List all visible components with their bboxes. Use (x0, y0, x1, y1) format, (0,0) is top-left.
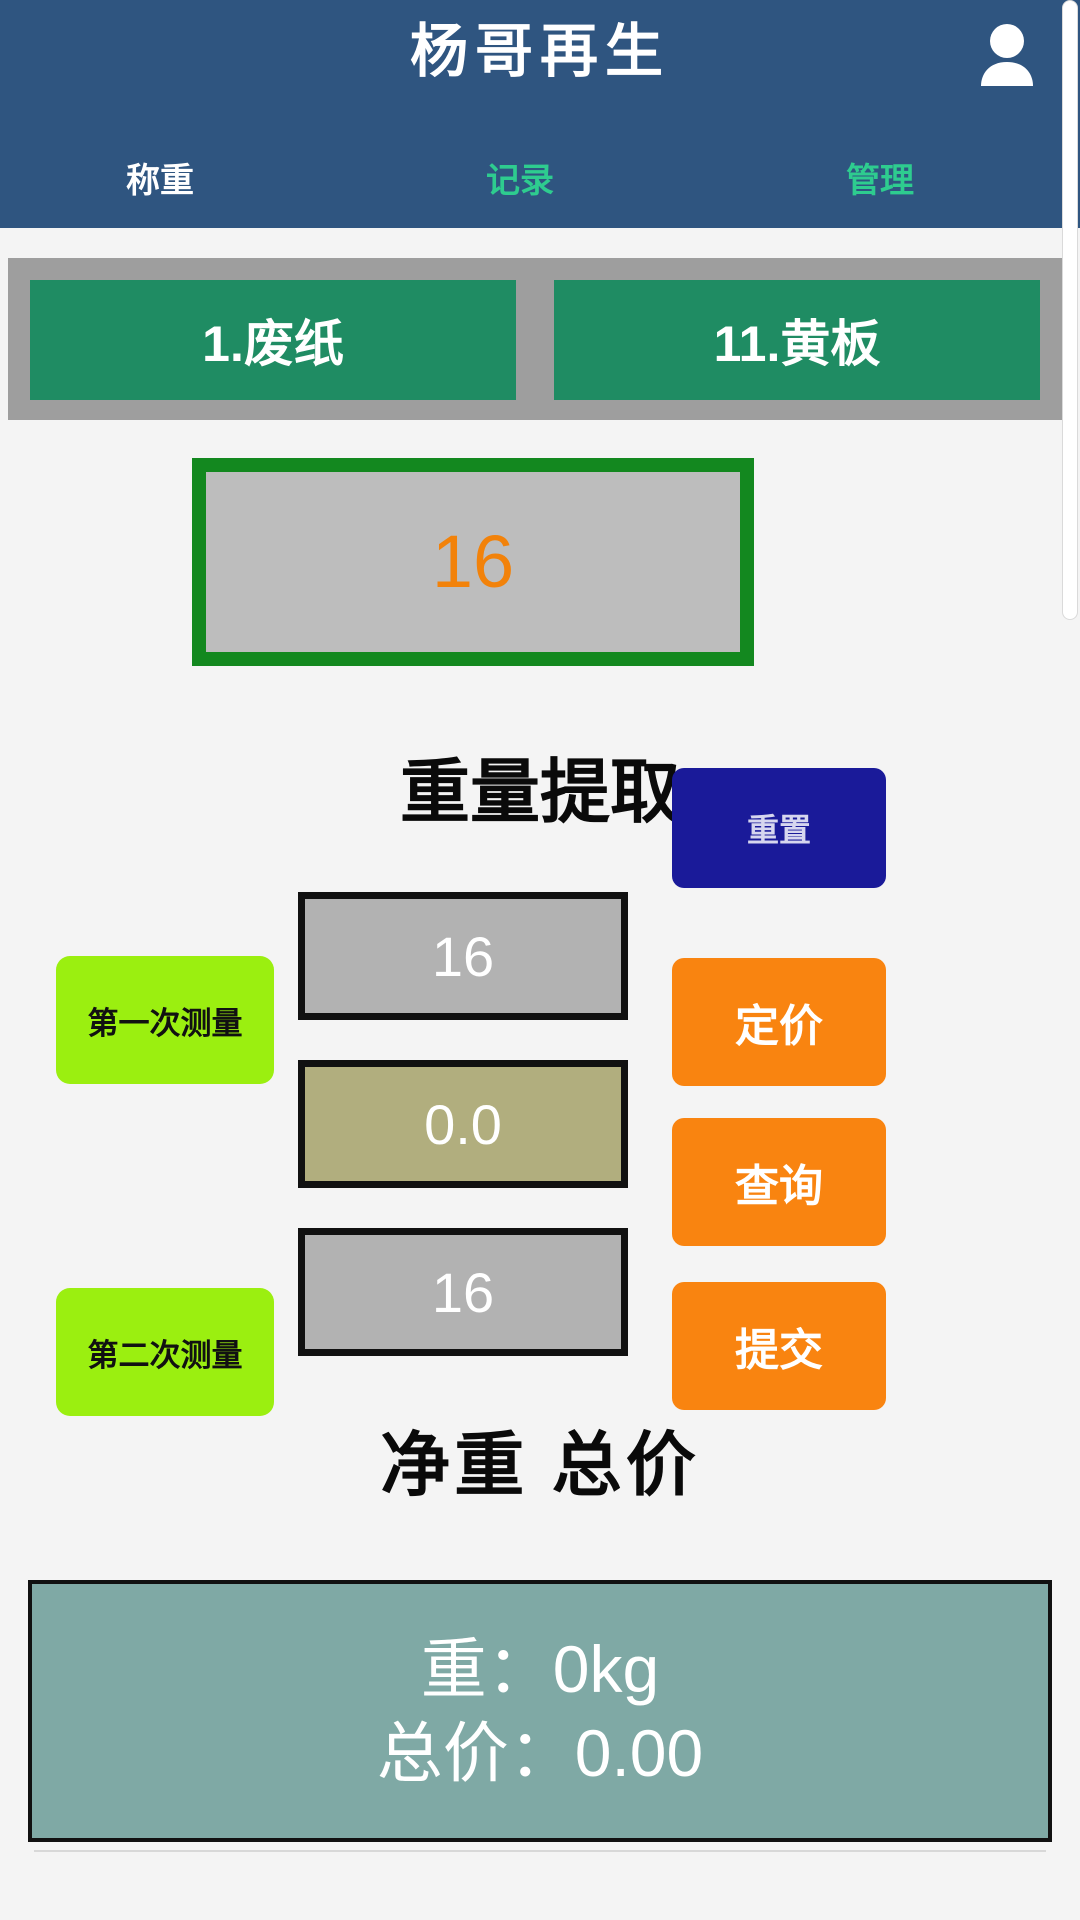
second-measurement-field[interactable]: 16 (298, 1228, 628, 1356)
live-weight-display: 16 (192, 458, 754, 666)
page-title: 杨哥再生 (409, 19, 670, 84)
tab-weighing[interactable]: 称重 (40, 150, 280, 212)
query-button[interactable]: 查询 (672, 1118, 886, 1246)
first-measurement-field[interactable]: 16 (298, 892, 628, 1020)
weighing-app-screen: 杨哥再生 称重 记录 管理 1.废纸 11.黄板 16 重量提取 重置 第一次测… (0, 0, 1080, 1920)
reset-button[interactable]: 重置 (672, 768, 886, 888)
summary-net-weight: 重：0kg (420, 1632, 660, 1706)
summary-total-price: 总价：0.00 (376, 1716, 704, 1790)
category-button-waste-paper[interactable]: 1.废纸 (30, 280, 516, 400)
submit-button[interactable]: 提交 (672, 1282, 886, 1410)
bottom-divider (34, 1850, 1046, 1852)
tab-records[interactable]: 记录 (400, 150, 640, 212)
first-measurement-button[interactable]: 第一次测量 (56, 956, 274, 1084)
extraction-section-heading: 重量提取 (400, 753, 680, 831)
second-measurement-button[interactable]: 第二次测量 (56, 1288, 274, 1416)
app-header: 杨哥再生 称重 记录 管理 (0, 0, 1080, 228)
totals-section-heading: 净重 总价 (380, 1426, 700, 1504)
category-strip: 1.废纸 11.黄板 (8, 258, 1062, 420)
tare-measurement-field[interactable]: 0.0 (298, 1060, 628, 1188)
person-icon[interactable] (976, 22, 1038, 88)
tab-management[interactable]: 管理 (760, 150, 1000, 212)
live-weight-value: 16 (431, 520, 515, 603)
vertical-scrollbar[interactable] (1062, 0, 1078, 620)
category-button-yellow-board[interactable]: 11.黄板 (554, 280, 1040, 400)
tab-bar: 称重 记录 管理 (0, 150, 1080, 212)
summary-panel: 重：0kg 总价：0.00 (28, 1580, 1052, 1842)
pricing-button[interactable]: 定价 (672, 958, 886, 1086)
